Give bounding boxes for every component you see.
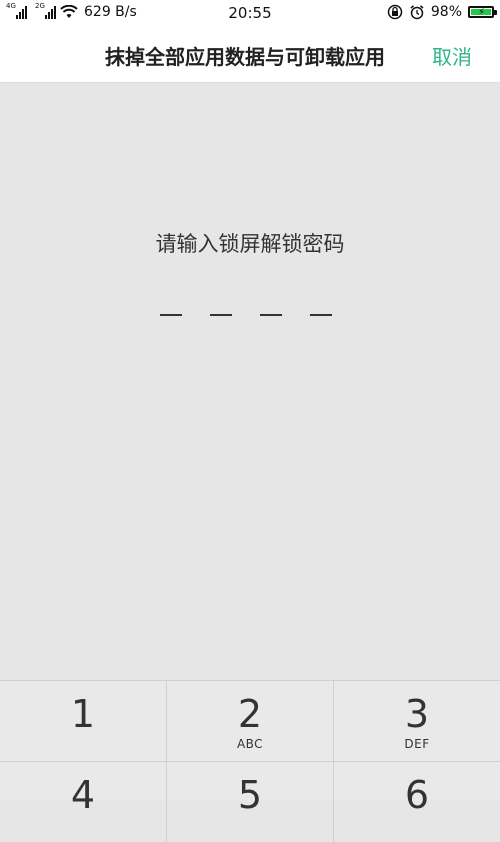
header: 抹掉全部应用数据与可卸载应用 取消: [0, 28, 500, 83]
key-digit: 1: [70, 692, 96, 736]
keypad-row-1: 1 2 ABC 3 DEF: [0, 681, 500, 761]
key-letters: DEF: [404, 737, 430, 751]
pin-dash: [210, 314, 232, 316]
lock-rotation-icon: [387, 4, 403, 20]
page-title: 抹掉全部应用数据与可卸载应用: [105, 45, 385, 69]
battery-icon: ⚡: [468, 6, 497, 18]
key-6[interactable]: 6: [334, 762, 500, 842]
key-digit: 6: [404, 773, 430, 817]
key-digit: 2: [237, 692, 263, 736]
cancel-button[interactable]: 取消: [432, 41, 472, 70]
password-prompt: 请输入锁屏解锁密码: [155, 232, 345, 256]
key-4[interactable]: 4: [0, 762, 167, 842]
key-1[interactable]: 1: [0, 681, 167, 761]
numeric-keypad: 1 2 ABC 3 DEF 4 5 6: [0, 680, 500, 842]
network-speed: 629 B/s: [84, 4, 137, 20]
pin-dash: [310, 314, 332, 316]
status-left: 4G 2G 629 B/s: [6, 2, 137, 20]
signal-2g-icon: 2G: [35, 2, 56, 19]
network-tag-2g: 2G: [35, 2, 45, 10]
key-5[interactable]: 5: [167, 762, 334, 842]
battery-percent: 98%: [430, 4, 462, 20]
key-letters: ABC: [236, 737, 264, 751]
key-2[interactable]: 2 ABC: [167, 681, 334, 761]
pin-dash: [160, 314, 182, 316]
network-tag-4g: 4G: [6, 2, 16, 10]
key-digit: 4: [70, 773, 96, 817]
wifi-icon: [60, 5, 78, 18]
keypad-row-2: 4 5 6: [0, 761, 500, 842]
status-right: 98% ⚡: [387, 4, 497, 20]
pin-input[interactable]: [160, 314, 332, 316]
key-digit: 5: [237, 773, 263, 817]
alarm-icon: [410, 5, 424, 20]
status-bar: 4G 2G 629 B/s 20:55 98% ⚡: [0, 0, 500, 28]
signal-4g-icon: 4G: [6, 2, 27, 19]
key-3[interactable]: 3 DEF: [334, 681, 500, 761]
pin-dash: [260, 314, 282, 316]
status-time: 20:55: [228, 4, 272, 22]
key-digit: 3: [404, 692, 430, 736]
